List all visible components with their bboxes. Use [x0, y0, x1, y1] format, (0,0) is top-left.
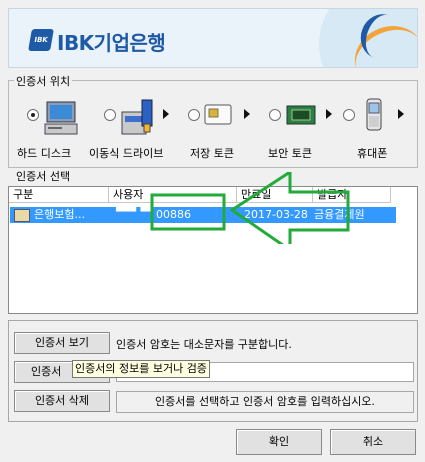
security-token-dropdown-arrow-icon[interactable]	[326, 109, 332, 119]
security-token-icon[interactable]	[286, 104, 316, 126]
storage-token-icon[interactable]	[204, 104, 232, 126]
view-cert-button[interactable]: 인증서 보기	[14, 332, 110, 354]
cancel-button[interactable]: 취소	[330, 429, 416, 455]
mobile-phone-icon[interactable]	[364, 98, 384, 132]
location-label-storage-token: 저장 토큰	[190, 147, 234, 160]
cert-location-label: 인증서 위치	[14, 73, 73, 89]
cert-type-cell: 은행보험...	[34, 208, 85, 221]
radio-storage-token[interactable]	[188, 109, 200, 121]
tooltip: 인증서의 정보를 보거나 검증	[72, 360, 210, 378]
radio-security-token[interactable]	[269, 109, 281, 121]
status-bar: 인증서를 선택하고 인증서 암호를 입력하십시오.	[116, 391, 414, 413]
computer-icon[interactable]	[43, 100, 79, 136]
delete-cert-button[interactable]: 인증서 삭제	[14, 390, 110, 412]
ok-button[interactable]: 확인	[236, 429, 322, 455]
bank-banner: IBK IBK기업은행	[8, 8, 418, 68]
password-hint: 인증서 암호는 대소문자를 구분합니다.	[116, 338, 292, 351]
bank-logo-text: IBK기업은행	[57, 31, 166, 55]
location-label-removable-drive: 이동식 드라이브	[89, 147, 164, 160]
ibk-logo-icon: IBK	[28, 29, 54, 51]
certificate-icon	[14, 209, 30, 222]
mobile-phone-dropdown-arrow-icon[interactable]	[398, 109, 404, 119]
radio-removable-drive[interactable]	[104, 109, 116, 121]
location-label-hard-disk: 하드 디스크	[17, 147, 72, 160]
annotation-overlay	[150, 172, 350, 244]
location-label-mobile-phone: 휴대폰	[357, 147, 388, 160]
removable-drive-icon[interactable]	[120, 98, 160, 136]
location-label-security-token: 보안 토큰	[268, 147, 312, 160]
column-header-type[interactable]: 구분	[9, 187, 109, 203]
radio-hard-disk[interactable]	[27, 109, 39, 121]
storage-token-dropdown-arrow-icon[interactable]	[244, 109, 250, 119]
removable-drive-dropdown-arrow-icon[interactable]	[163, 109, 169, 119]
cert-select-label: 인증서 선택	[14, 168, 73, 184]
radio-mobile-phone[interactable]	[343, 109, 355, 121]
